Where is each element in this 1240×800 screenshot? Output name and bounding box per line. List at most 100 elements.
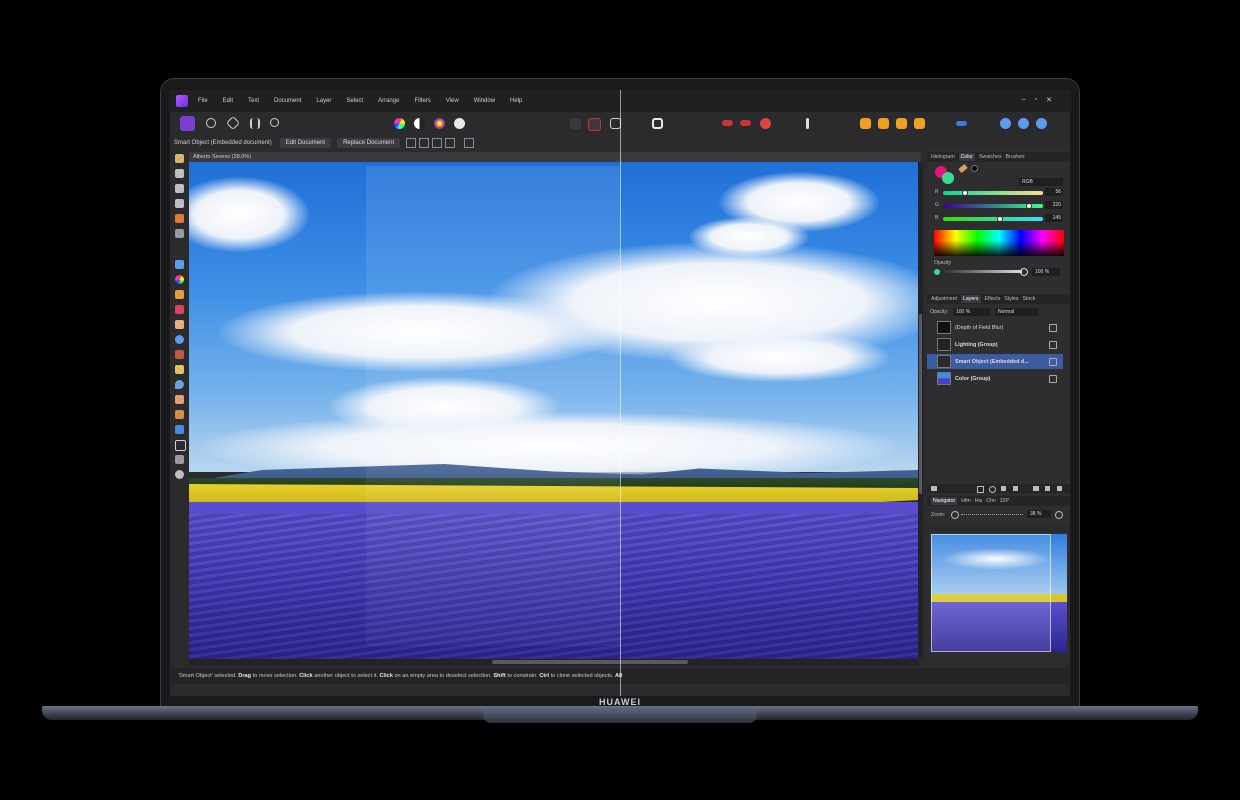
red-slider-knob[interactable] bbox=[962, 190, 968, 196]
menu-window[interactable]: Window bbox=[474, 98, 495, 104]
photo-persona-icon[interactable] bbox=[180, 116, 195, 131]
green-slider-knob[interactable] bbox=[1026, 203, 1032, 209]
selection-brush-tool-icon[interactable] bbox=[175, 214, 184, 223]
assistant-icon[interactable] bbox=[760, 118, 771, 129]
tab-adjustment[interactable]: Adjustment bbox=[931, 296, 957, 302]
red-value[interactable]: 56 bbox=[1045, 188, 1063, 196]
navigator-viewport[interactable] bbox=[931, 534, 1051, 652]
maximize-button[interactable]: ▫ bbox=[1035, 96, 1037, 104]
flip-horizontal-icon[interactable] bbox=[419, 138, 430, 148]
transform-origin-icon[interactable] bbox=[406, 138, 417, 148]
paint-brush-tool-icon[interactable] bbox=[175, 290, 184, 299]
tab-brushes[interactable]: Brushes bbox=[1006, 154, 1025, 160]
green-slider[interactable]: G 220 bbox=[935, 201, 1063, 209]
menu-help[interactable]: Help bbox=[510, 98, 522, 104]
menu-arrange[interactable]: Arrange bbox=[378, 98, 399, 104]
minimize-button[interactable]: – bbox=[1022, 96, 1026, 104]
tab-channels[interactable]: Chn bbox=[986, 498, 996, 504]
selection-mode-icon[interactable] bbox=[570, 118, 581, 129]
crop-tool-icon[interactable] bbox=[175, 199, 184, 208]
opacity-track[interactable] bbox=[944, 270, 1022, 273]
menu-file[interactable]: File bbox=[198, 98, 208, 104]
sharpen-tool-icon[interactable] bbox=[175, 380, 184, 389]
auto-levels-icon[interactable] bbox=[394, 118, 405, 129]
edit-document-button[interactable]: Edit Document bbox=[279, 138, 332, 148]
pen-tool-icon[interactable] bbox=[175, 455, 184, 464]
blend-mode-select[interactable]: Normal bbox=[995, 308, 1039, 316]
zoom-tool-icon[interactable] bbox=[175, 470, 184, 479]
boolean-subtract-icon[interactable] bbox=[1018, 118, 1029, 129]
toggle-ui-icon[interactable] bbox=[806, 118, 809, 129]
menu-edit[interactable]: Edit bbox=[223, 98, 233, 104]
opacity-slider[interactable]: 100 % bbox=[934, 268, 1064, 276]
layer-row[interactable]: Color (Group) bbox=[927, 371, 1063, 386]
snapping-icon[interactable] bbox=[722, 120, 733, 126]
develop-persona-icon[interactable] bbox=[225, 115, 241, 131]
inpainting-tool-icon[interactable] bbox=[175, 410, 184, 419]
delete-layer-icon[interactable] bbox=[1057, 486, 1062, 491]
color-mode-select[interactable]: RGB bbox=[1019, 178, 1063, 186]
healing-brush-tool-icon[interactable] bbox=[175, 395, 184, 404]
flood-fill-tool-icon[interactable] bbox=[175, 260, 184, 269]
auto-white-balance-icon[interactable] bbox=[454, 118, 465, 129]
horizontal-scrollbar[interactable] bbox=[189, 659, 918, 665]
tab-navigator[interactable]: Navigator bbox=[931, 497, 958, 505]
tab-swatches[interactable]: Swatches bbox=[979, 154, 1002, 160]
export-persona-icon[interactable] bbox=[270, 118, 279, 127]
layer-visibility-checkbox[interactable] bbox=[1049, 357, 1057, 366]
tab-styles[interactable]: Styles bbox=[1004, 296, 1018, 302]
flip-vertical-icon[interactable] bbox=[432, 138, 443, 148]
red-slider[interactable]: R 56 bbox=[935, 188, 1063, 196]
tab-stock[interactable]: Stock bbox=[1022, 296, 1035, 302]
tab-layers[interactable]: Layers bbox=[960, 295, 981, 303]
arrange-forward-icon[interactable] bbox=[878, 118, 889, 129]
vertical-scrollbar[interactable] bbox=[918, 162, 923, 659]
tab-32p[interactable]: 32P bbox=[1000, 498, 1009, 504]
dodge-tool-icon[interactable] bbox=[175, 350, 184, 359]
tone-mapping-persona-icon[interactable] bbox=[250, 118, 260, 129]
black-swatch[interactable] bbox=[971, 165, 978, 172]
zoom-out-icon[interactable] bbox=[951, 511, 959, 519]
shape-tool-icon[interactable] bbox=[175, 425, 184, 434]
tab-history[interactable]: His bbox=[975, 498, 983, 504]
blur-brush-tool-icon[interactable] bbox=[175, 335, 184, 344]
view-tool-icon[interactable] bbox=[175, 184, 184, 193]
quick-mask-icon[interactable] bbox=[652, 118, 663, 129]
menu-view[interactable]: View bbox=[446, 98, 459, 104]
boolean-add-icon[interactable] bbox=[1000, 118, 1011, 129]
adjustment-icon[interactable] bbox=[989, 486, 996, 493]
replace-document-button[interactable]: Replace Document bbox=[337, 138, 401, 148]
menu-text[interactable]: Text bbox=[248, 98, 259, 104]
boolean-intersect-icon[interactable] bbox=[1036, 118, 1047, 129]
color-spectrum[interactable] bbox=[934, 230, 1064, 256]
group-icon[interactable] bbox=[1033, 486, 1039, 491]
layer-row[interactable]: (Depth of Field Blur) bbox=[927, 320, 1063, 335]
rotate-icon[interactable] bbox=[445, 138, 456, 148]
move-tool-icon[interactable] bbox=[175, 169, 184, 178]
fx-icon[interactable] bbox=[1001, 486, 1006, 491]
blue-value[interactable]: 145 bbox=[1045, 214, 1063, 222]
layer-visibility-checkbox[interactable] bbox=[1049, 340, 1057, 349]
reset-transform-icon[interactable] bbox=[464, 138, 475, 148]
auto-colors-icon[interactable] bbox=[434, 118, 445, 129]
arrange-backward-icon[interactable] bbox=[896, 118, 907, 129]
document-tab[interactable]: Alberto Seveso (38.0%) bbox=[189, 152, 921, 162]
erase-brush-tool-icon[interactable] bbox=[175, 320, 184, 329]
menu-layer[interactable]: Layer bbox=[316, 98, 331, 104]
add-layer-icon[interactable] bbox=[1045, 486, 1050, 491]
tab-color[interactable]: Color bbox=[958, 153, 976, 161]
zoom-slider[interactable] bbox=[961, 514, 1023, 516]
liquify-persona-icon[interactable] bbox=[206, 118, 216, 128]
align-icon[interactable] bbox=[956, 121, 967, 126]
arrange-back-icon[interactable] bbox=[914, 118, 925, 129]
green-value[interactable]: 220 bbox=[1045, 201, 1063, 209]
auto-contrast-icon[interactable] bbox=[414, 118, 425, 129]
color-picker-tool-icon[interactable] bbox=[175, 275, 184, 284]
menu-select[interactable]: Select bbox=[346, 98, 363, 104]
smudge-tool-icon[interactable] bbox=[175, 365, 184, 374]
live-filter-icon[interactable] bbox=[1013, 486, 1018, 491]
layer-row-selected[interactable]: Smart Object (Embedded d... bbox=[927, 354, 1063, 369]
opacity-knob[interactable] bbox=[1020, 268, 1028, 276]
blue-slider-knob[interactable] bbox=[997, 216, 1003, 222]
layer-visibility-checkbox[interactable] bbox=[1049, 323, 1057, 332]
